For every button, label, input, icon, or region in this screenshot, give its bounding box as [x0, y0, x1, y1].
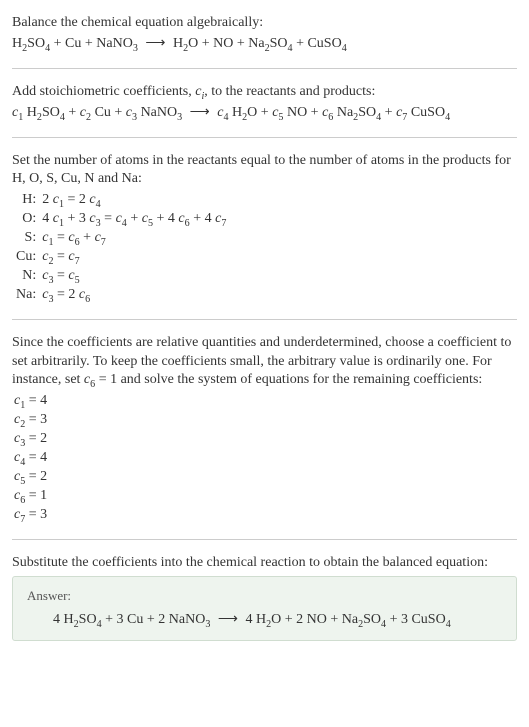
- element-equation: 4 c1 + 3 c3 = c4 + c5 + 4 c6 + 4 c7: [42, 210, 232, 229]
- table-row: S:c1 = c6 + c7: [16, 229, 232, 248]
- answer-box: Answer: 4 H2SO4 + 3 Cu + 2 NaNO3 ⟶ 4 H2O…: [12, 576, 517, 640]
- list-item: c5 = 2: [14, 468, 517, 487]
- table-row: Cu:c2 = c7: [16, 248, 232, 267]
- atom-equations-body: H:2 c1 = 2 c4O:4 c1 + 3 c3 = c4 + c5 + 4…: [16, 191, 232, 304]
- element-equation: c2 = c7: [42, 248, 232, 267]
- list-item: c2 = 3: [14, 411, 517, 430]
- intro-text: Substitute the coefficients into the che…: [12, 554, 517, 573]
- coefficient-list: c1 = 4c2 = 3c3 = 2c4 = 4c5 = 2c6 = 1c7 =…: [14, 392, 517, 524]
- element-symbol: Na:: [16, 286, 42, 305]
- element-equation: c3 = 2 c6: [42, 286, 232, 305]
- element-symbol: O:: [16, 210, 42, 229]
- intro-text: Set the number of atoms in the reactants…: [12, 152, 517, 190]
- divider: [12, 68, 517, 69]
- unbalanced-equation: H2SO4 + Cu + NaNO3 ⟶ H2O + NO + Na2SO4 +…: [12, 35, 517, 54]
- element-equation: c3 = c5: [42, 267, 232, 286]
- coeff-equation: c1 H2SO4 + c2 Cu + c3 NaNO3 ⟶ c4 H2O + c…: [12, 104, 517, 123]
- intro-text: Add stoichiometric coefficients, ci, to …: [12, 83, 517, 102]
- intro-text: Since the coefficients are relative quan…: [12, 334, 517, 391]
- section-balance-intro: Balance the chemical equation algebraica…: [12, 8, 517, 60]
- divider: [12, 137, 517, 138]
- element-symbol: Cu:: [16, 248, 42, 267]
- element-symbol: S:: [16, 229, 42, 248]
- intro-text: Balance the chemical equation algebraica…: [12, 14, 517, 33]
- table-row: H:2 c1 = 2 c4: [16, 191, 232, 210]
- divider: [12, 319, 517, 320]
- table-row: Na:c3 = 2 c6: [16, 286, 232, 305]
- balanced-equation: 4 H2SO4 + 3 Cu + 2 NaNO3 ⟶ 4 H2O + 2 NO …: [27, 611, 502, 630]
- list-item: c3 = 2: [14, 430, 517, 449]
- list-item: c4 = 4: [14, 449, 517, 468]
- element-equation: c1 = c6 + c7: [42, 229, 232, 248]
- section-stoich: Add stoichiometric coefficients, ci, to …: [12, 77, 517, 129]
- list-item: c6 = 1: [14, 487, 517, 506]
- section-atom-balance: Set the number of atoms in the reactants…: [12, 146, 517, 311]
- section-solve: Since the coefficients are relative quan…: [12, 328, 517, 531]
- atom-equations-table: H:2 c1 = 2 c4O:4 c1 + 3 c3 = c4 + c5 + 4…: [16, 191, 232, 304]
- element-symbol: N:: [16, 267, 42, 286]
- element-symbol: H:: [16, 191, 42, 210]
- table-row: N:c3 = c5: [16, 267, 232, 286]
- divider: [12, 539, 517, 540]
- element-equation: 2 c1 = 2 c4: [42, 191, 232, 210]
- answer-label: Answer:: [27, 587, 502, 605]
- list-item: c7 = 3: [14, 506, 517, 525]
- section-answer: Substitute the coefficients into the che…: [12, 548, 517, 647]
- table-row: O:4 c1 + 3 c3 = c4 + c5 + 4 c6 + 4 c7: [16, 210, 232, 229]
- list-item: c1 = 4: [14, 392, 517, 411]
